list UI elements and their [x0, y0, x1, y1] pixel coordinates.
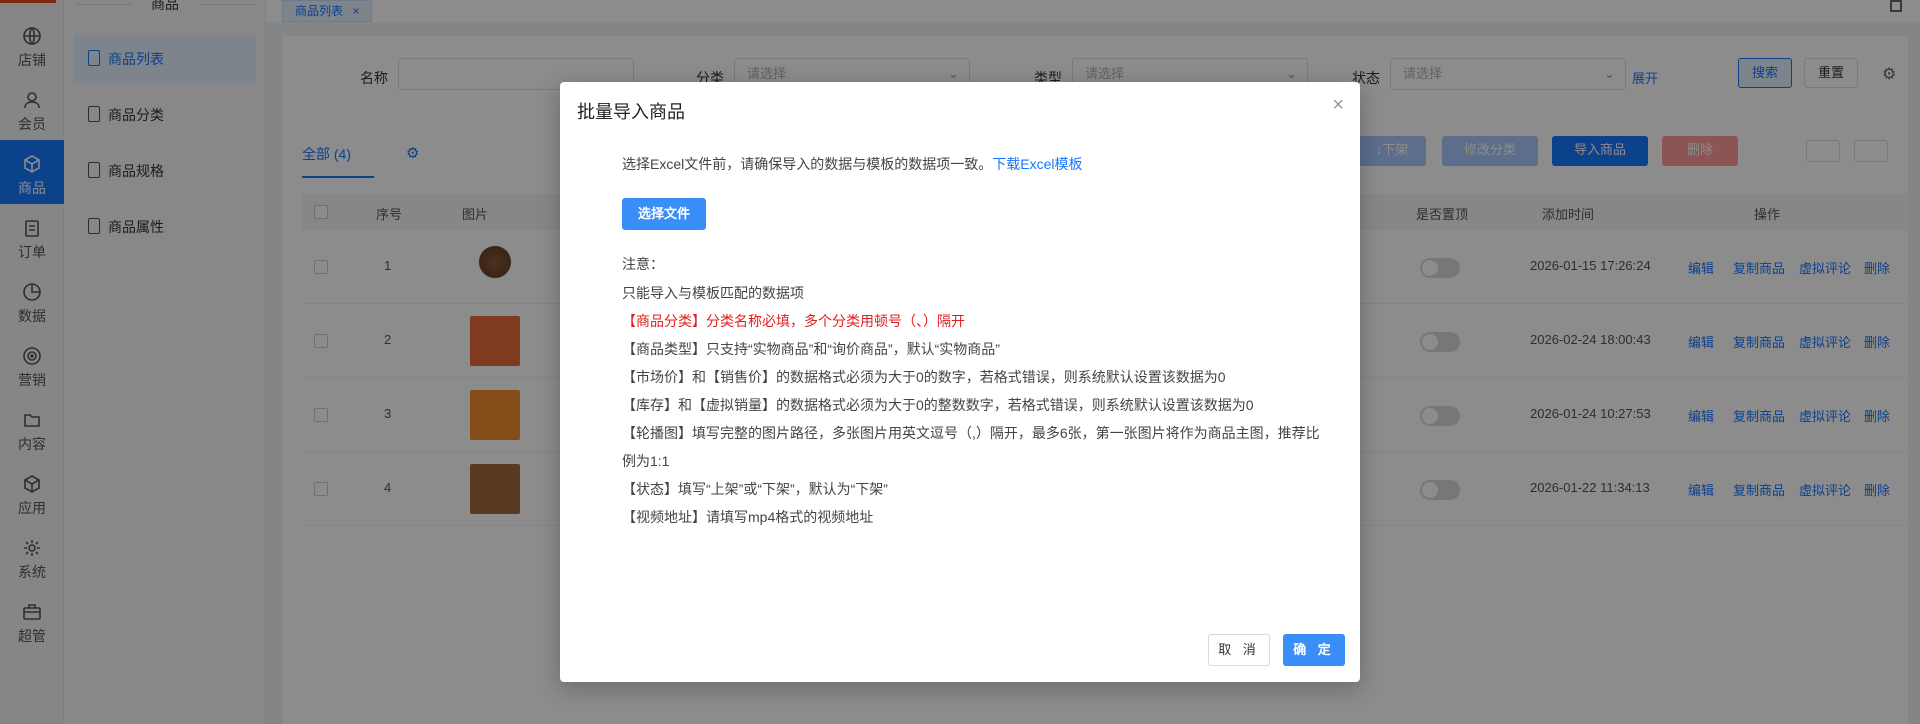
note-line: 【视频地址】请填写mp4格式的视频地址 — [622, 509, 874, 525]
note-line: 【轮播图】填写完整的图片路径，多张图片用英文逗号（,）隔开，最多6张，第一张图片… — [622, 425, 1320, 441]
dialog-title: 批量导入商品 — [577, 102, 685, 122]
close-icon[interactable]: × — [1332, 94, 1344, 117]
batch-import-dialog: 批量导入商品 × 选择Excel文件前，请确保导入的数据与模板的数据项一致。下载… — [560, 82, 1360, 682]
note-line: 例为1:1 — [622, 453, 670, 469]
note-line: 【库存】和【虚拟销量】的数据格式必须为大于0的整数数字，若格式错误，则系统默认设… — [622, 397, 1254, 413]
note-line: 【商品类型】只支持“实物商品”和“询价商品”，默认“实物商品” — [622, 341, 1000, 357]
note-line: 【市场价】和【销售价】的数据格式必须为大于0的数字，若格式错误，则系统默认设置该… — [622, 369, 1226, 385]
download-template-link[interactable]: 下载Excel模板 — [992, 156, 1082, 172]
note-line-required: 【商品分类】分类名称必填，多个分类用顿号（、）隔开 — [622, 313, 965, 329]
note-line: 【状态】填写“上架”或“下架”，默认为“下架” — [622, 481, 888, 497]
note-label: 注意： — [622, 256, 664, 272]
select-file-button[interactable]: 选择文件 — [622, 198, 706, 230]
note-line: 只能导入与模板匹配的数据项 — [622, 285, 804, 301]
intro-text: 选择Excel文件前，请确保导入的数据与模板的数据项一致。下载Excel模板 — [622, 154, 1082, 174]
confirm-button[interactable]: 确 定 — [1283, 634, 1345, 666]
intro-sentence: 选择Excel文件前，请确保导入的数据与模板的数据项一致。 — [622, 156, 993, 172]
cancel-button[interactable]: 取 消 — [1208, 634, 1270, 666]
